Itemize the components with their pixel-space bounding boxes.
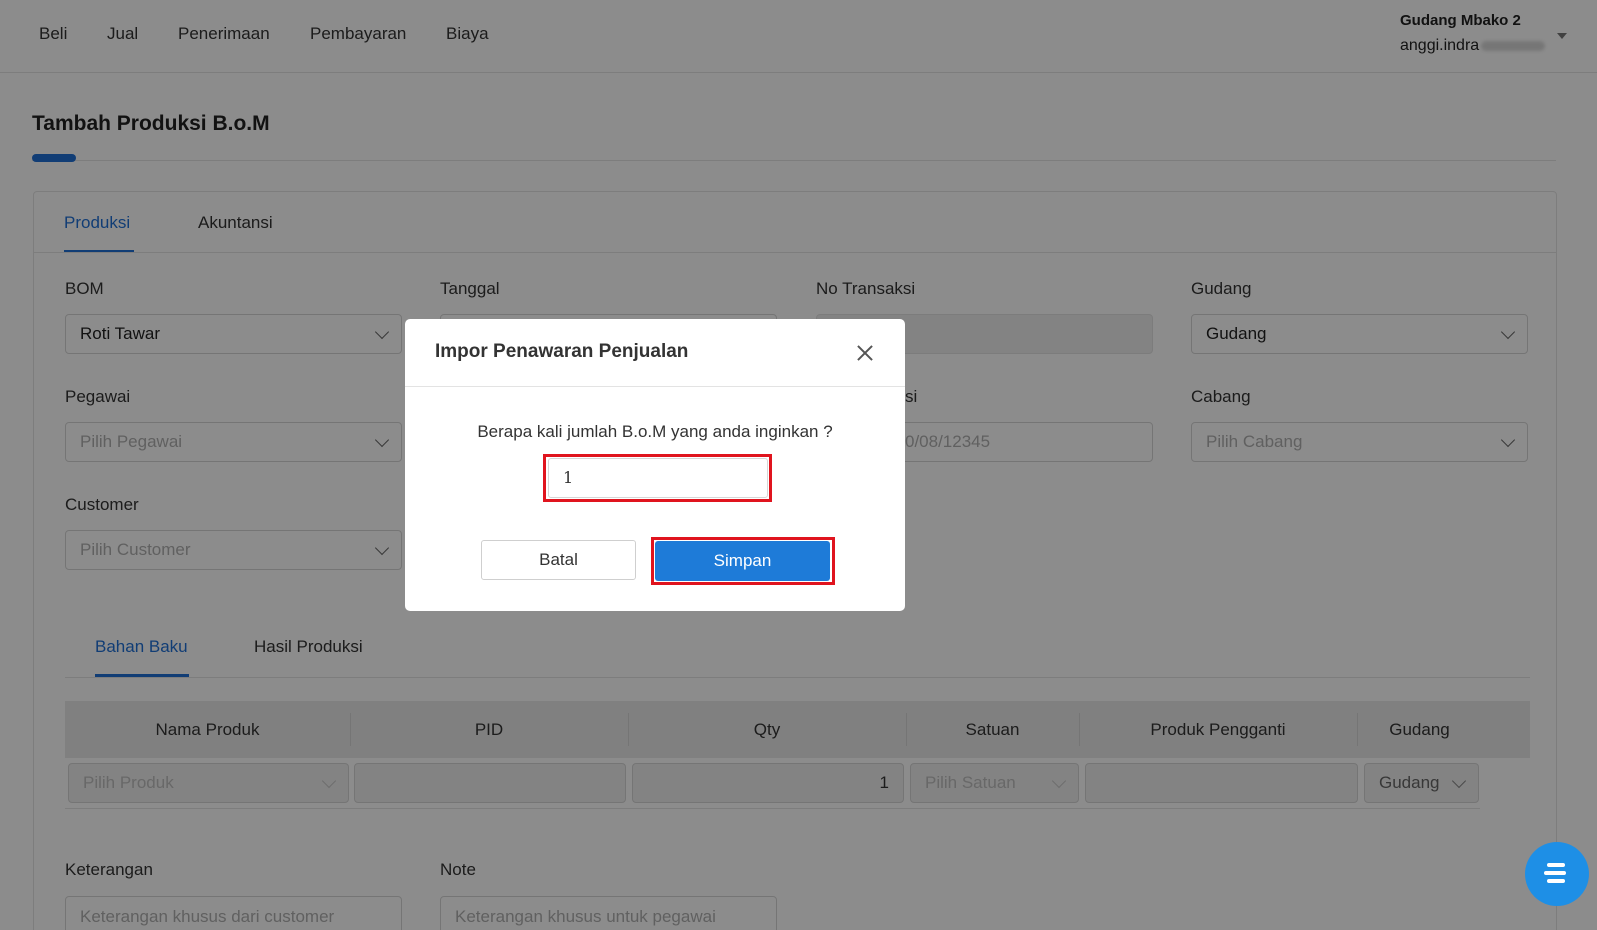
modal-question: Berapa kali jumlah B.o.M yang anda ingin… bbox=[477, 422, 833, 441]
close-icon[interactable] bbox=[853, 341, 877, 365]
bom-qty-input[interactable]: 1 bbox=[548, 458, 768, 498]
cancel-button[interactable]: Batal bbox=[481, 540, 636, 580]
save-button[interactable]: Simpan bbox=[655, 541, 830, 581]
modal-title: Impor Penawaran Penjualan bbox=[435, 341, 689, 362]
chat-icon[interactable] bbox=[1525, 842, 1589, 906]
bom-multiplier-modal: Impor Penawaran Penjualan Berapa kali ju… bbox=[405, 319, 905, 611]
modal-header: Impor Penawaran Penjualan bbox=[405, 319, 905, 387]
